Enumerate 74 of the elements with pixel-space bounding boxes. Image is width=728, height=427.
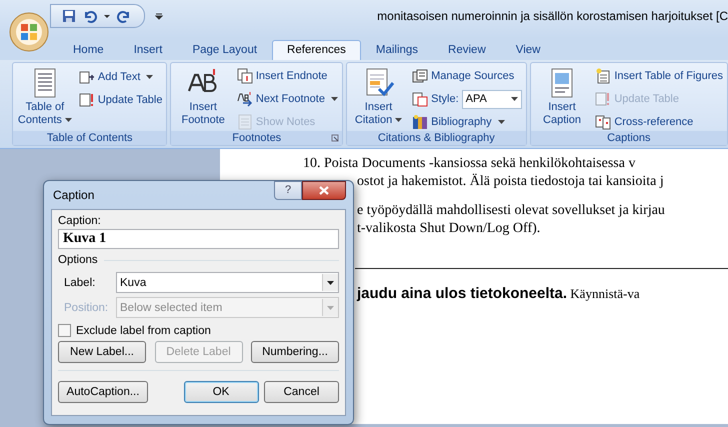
update-table-icon xyxy=(595,91,612,107)
ribbon-button[interactable]: Bibliography xyxy=(412,112,522,131)
caret-icon[interactable] xyxy=(103,12,111,20)
dropdown-arrow-icon xyxy=(395,118,402,122)
style-label: Style: xyxy=(431,93,459,105)
checkbox[interactable] xyxy=(58,324,71,337)
body-text: Käynnistä-va xyxy=(569,286,640,301)
heading-text: jaudu aina ulos tietokoneelta. xyxy=(357,285,568,302)
ribbon-button[interactable]: Manage Sources xyxy=(412,67,522,86)
ribbon-tab[interactable]: Mailings xyxy=(360,40,434,60)
group-label: Table of Contents xyxy=(46,132,133,144)
close-icon xyxy=(319,186,329,195)
group-label: Footnotes xyxy=(232,132,282,144)
redo-icon[interactable] xyxy=(116,8,132,24)
ribbon-button[interactable]: Insert Endnote xyxy=(236,67,338,86)
dialog-button[interactable]: Cancel xyxy=(264,381,339,403)
group-label: Citations & Bibliography xyxy=(378,132,495,144)
body-text: e työpöydällä mahdollisesti olevat sovellukset ja kirjau xyxy=(357,202,665,220)
ribbon-button[interactable]: Insert Caption xyxy=(532,65,592,131)
group-label: Captions xyxy=(607,132,651,144)
ribbon-button[interactable]: Update Table xyxy=(78,90,162,109)
ribbon-tab[interactable]: Page Layout xyxy=(177,40,272,60)
caption-field[interactable]: Kuva 1 xyxy=(58,229,339,249)
checkbox-label: Exclude label from caption xyxy=(76,324,211,336)
ribbon-tab[interactable]: Review xyxy=(433,40,501,60)
undo-icon[interactable] xyxy=(82,8,98,24)
next-footnote-icon xyxy=(236,91,253,107)
style-icon xyxy=(412,91,428,107)
dialog-button[interactable]: AutoCaption... xyxy=(58,381,148,403)
dialog-button[interactable]: New Label... xyxy=(58,341,146,363)
body-text: t-valikosta Shut Down/Log Off). xyxy=(357,220,540,238)
body-text: 10. Poista Documents -kansiossa sekä henkilökohtaisessa v xyxy=(303,155,636,173)
ribbon-tab[interactable]: Home xyxy=(58,40,119,60)
dropdown-arrow-icon xyxy=(510,97,518,101)
window-title: monitasoisen numeroinnin ja sisällön korostamisen harjoitukset [C xyxy=(376,9,728,23)
dialog-launcher-icon[interactable] xyxy=(330,134,339,142)
ribbon-button[interactable]: Insert Table of Figures xyxy=(595,67,723,86)
customize-icon[interactable] xyxy=(155,12,163,20)
add-text-icon xyxy=(78,68,95,84)
dropdown-arrow-icon xyxy=(64,118,72,122)
ribbon-button[interactable]: Add Text xyxy=(78,67,162,86)
ribbon-button[interactable]: Insert Footnote xyxy=(173,65,233,131)
close-button[interactable] xyxy=(302,181,346,200)
style-dropdown[interactable]: APA xyxy=(462,90,522,108)
ribbon-tab[interactable]: References xyxy=(272,40,361,60)
ribbon-button[interactable]: Cross-reference xyxy=(595,112,723,132)
ribbon-button[interactable]: Insert Citation xyxy=(348,65,408,131)
table-of-figures-icon xyxy=(595,68,612,84)
ribbon-tab[interactable]: Insert xyxy=(118,40,178,60)
dropdown-arrow-icon xyxy=(327,306,334,310)
books-icon xyxy=(412,114,428,130)
update-table-icon xyxy=(78,92,95,108)
notes-icon xyxy=(236,114,253,130)
field-label: Caption: xyxy=(58,215,102,227)
dropdown-arrow-icon xyxy=(330,97,338,101)
ribbon-tab[interactable]: View xyxy=(500,40,556,60)
dropdown-arrow-icon xyxy=(146,74,154,78)
save-icon[interactable] xyxy=(61,8,77,24)
field-label: Label: xyxy=(64,276,96,288)
body-text: ostot ja hakemistot. Älä poista tiedostoja tai kansioita j xyxy=(357,173,664,191)
dialog-button[interactable]: Numbering... xyxy=(251,341,339,363)
section-heading: Options xyxy=(58,254,98,266)
ribbon-button[interactable]: Next Footnote xyxy=(236,90,338,108)
dropdown-arrow-icon xyxy=(327,280,334,284)
endnote-icon xyxy=(236,68,253,84)
ribbon-button[interactable]: Table of Contents xyxy=(15,65,75,131)
field-label: Position: xyxy=(64,302,110,314)
cross-reference-icon xyxy=(595,114,612,130)
dropdown-field[interactable]: Kuva xyxy=(116,272,339,293)
dialog-title: Caption xyxy=(52,188,94,202)
dropdown-arrow-icon xyxy=(498,120,505,124)
sources-icon xyxy=(412,68,428,84)
dialog-button[interactable]: OK xyxy=(184,381,258,403)
help-button[interactable]: ? xyxy=(274,181,302,200)
